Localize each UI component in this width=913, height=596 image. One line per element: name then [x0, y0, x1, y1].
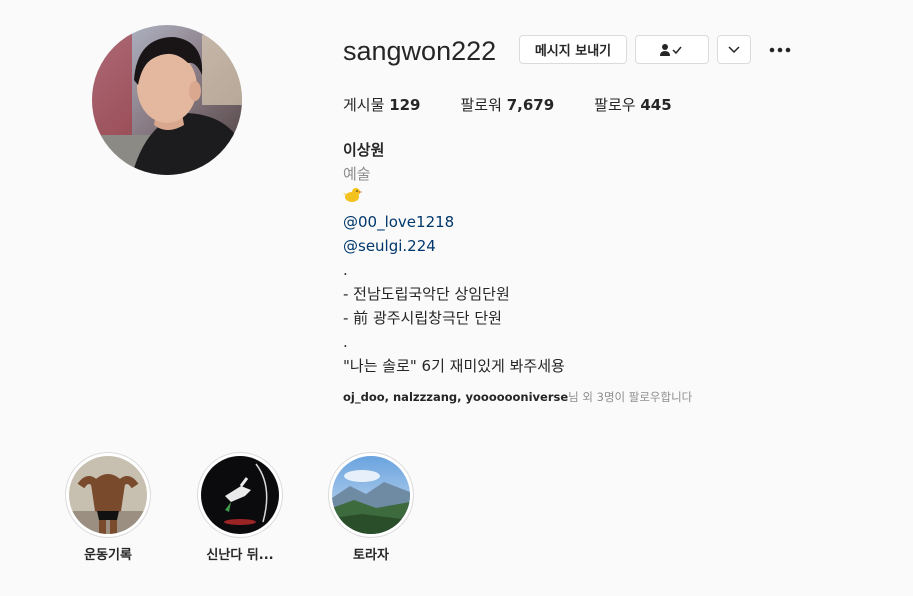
full-name: 이상원 [343, 141, 385, 159]
highlight-cover [69, 456, 147, 534]
highlight-ring [328, 452, 414, 538]
bio-line-1: - 전남도립국악단 상임단원 [343, 285, 510, 303]
followers-link[interactable]: 팔로워 7,679 [461, 95, 555, 115]
posts-value: 129 [389, 96, 421, 114]
send-message-button[interactable]: 메시지 보내기 [519, 35, 627, 64]
followers-label: 팔로워 [460, 96, 502, 114]
highlight-item[interactable]: 토라자 [316, 452, 426, 564]
more-horizontal-icon [769, 47, 791, 53]
person-check-icon [660, 43, 682, 56]
highlight-cover [201, 456, 279, 534]
profile-category: 예술 [343, 165, 371, 183]
bio-emoji [343, 186, 843, 210]
posts-label: 게시물 [343, 96, 385, 114]
bio-dot-1: . [343, 261, 348, 279]
chevron-down-icon [728, 45, 740, 53]
highlight-ring [197, 452, 283, 538]
chick-icon [343, 188, 363, 202]
following-value: 445 [640, 96, 672, 114]
followed-by-names[interactable]: oj_doo, nalzzzang, yooooooniverse [343, 390, 568, 404]
highlight-label: 토라자 [353, 548, 389, 563]
more-options-button[interactable] [764, 36, 796, 64]
profile-avatar[interactable] [92, 25, 242, 175]
highlight-label: 신난다 뒤... [206, 548, 274, 563]
highlight-item[interactable]: 운동기록 [53, 452, 163, 564]
avatar-photo [92, 25, 242, 175]
profile-bio: 이상원 예술 @00_love1218 @seulgi.224 . - 전남도립… [343, 138, 843, 378]
bio-mention-1[interactable]: @00_love1218 [343, 210, 843, 234]
followed-by-suffix: 님 외 3명이 팔로우합니다 [568, 390, 693, 404]
following-link[interactable]: 팔로우 445 [594, 95, 672, 115]
bio-dot-2: . [343, 333, 348, 351]
following-button[interactable] [635, 35, 709, 64]
suggested-accounts-button[interactable] [717, 35, 751, 64]
profile-username: sangwon222 [343, 36, 497, 66]
posts-count: 게시물 129 [343, 95, 421, 115]
highlight-item[interactable]: 신난다 뒤... [185, 452, 295, 564]
bio-mention-2[interactable]: @seulgi.224 [343, 234, 843, 258]
bio-line-3: "나는 솔로" 6기 재미있게 봐주세용 [343, 357, 565, 375]
bio-line-2: - 前 광주시립창극단 단원 [343, 309, 502, 327]
followed-by[interactable]: oj_doo, nalzzzang, yooooooniverse님 외 3명이… [343, 389, 692, 405]
following-label: 팔로우 [594, 96, 636, 114]
highlight-cover [332, 456, 410, 534]
highlight-label: 운동기록 [84, 548, 132, 563]
profile-stats: 게시물 129 팔로워 7,679 팔로우 445 [343, 95, 712, 115]
followers-value: 7,679 [506, 96, 555, 114]
highlight-ring [65, 452, 151, 538]
